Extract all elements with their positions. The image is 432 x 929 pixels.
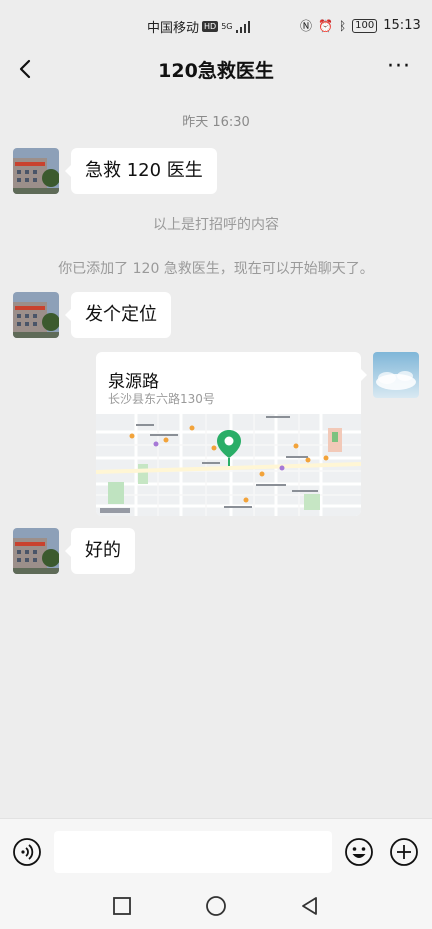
nfc-icon: Ⓝ	[300, 19, 313, 33]
location-name: 泉源路	[108, 372, 159, 392]
location-card[interactable]: 泉源路 长沙县东六路130号	[96, 352, 361, 516]
system-nav-bar	[0, 882, 432, 929]
message-bubble[interactable]: 好的	[65, 528, 135, 574]
alarm-icon: ⏰	[318, 18, 333, 33]
more-dots-icon: ···	[387, 54, 411, 79]
plus-icon	[390, 838, 418, 866]
map-preview	[96, 414, 361, 516]
message-text: 发个定位	[85, 304, 157, 325]
plus-button[interactable]	[389, 837, 419, 867]
status-right: Ⓝ ⏰ ᛒ 100 15:13	[300, 17, 421, 34]
voice-icon	[13, 838, 41, 866]
bluetooth-icon: ᛒ	[338, 18, 347, 33]
recents-button[interactable]	[110, 894, 134, 918]
building-photo-icon	[13, 292, 59, 338]
message-text: 急救 120 医生	[85, 160, 203, 181]
message-bubble[interactable]: 急救 120 医生	[65, 148, 217, 194]
clock: 15:13	[383, 18, 421, 33]
sky-photo-icon	[373, 352, 419, 398]
building-photo-icon	[13, 148, 59, 194]
bubble-pointer	[361, 369, 367, 381]
system-message: 以上是打招呼的内容	[153, 217, 279, 233]
network-type: 5G	[221, 22, 233, 31]
contact-avatar[interactable]	[13, 292, 59, 338]
page-title: 120急救医生	[158, 60, 274, 82]
square-icon	[113, 897, 131, 915]
carrier-name: 中国移动	[147, 21, 200, 36]
carrier-info: 中国移动 HD 5G	[147, 17, 250, 36]
input-bar	[0, 818, 432, 882]
signal-icon	[235, 20, 250, 33]
back-nav-button[interactable]	[298, 894, 322, 918]
location-address: 长沙县东六路130号	[108, 392, 215, 406]
building-photo-icon	[13, 528, 59, 574]
circle-icon	[206, 896, 226, 916]
home-button[interactable]	[204, 894, 228, 918]
more-button[interactable]: ···	[384, 54, 414, 84]
voice-button[interactable]	[12, 837, 42, 867]
message-bubble[interactable]: 发个定位	[65, 292, 171, 338]
message-text: 好的	[85, 540, 121, 561]
chat-timestamp: 昨天 16:30	[182, 115, 250, 130]
triangle-back-icon	[302, 897, 317, 915]
contact-avatar[interactable]	[13, 148, 59, 194]
hd-badge: HD	[202, 21, 219, 32]
emoji-button[interactable]	[344, 837, 374, 867]
my-avatar[interactable]	[373, 352, 419, 398]
contact-avatar[interactable]	[13, 528, 59, 574]
emoji-icon	[345, 838, 373, 866]
title-bar: 120急救医生 ···	[0, 44, 432, 94]
message-input[interactable]	[54, 831, 332, 873]
battery-indicator: 100	[352, 18, 378, 33]
system-message: 你已添加了 120 急救医生，现在可以开始聊天了。	[58, 261, 374, 277]
